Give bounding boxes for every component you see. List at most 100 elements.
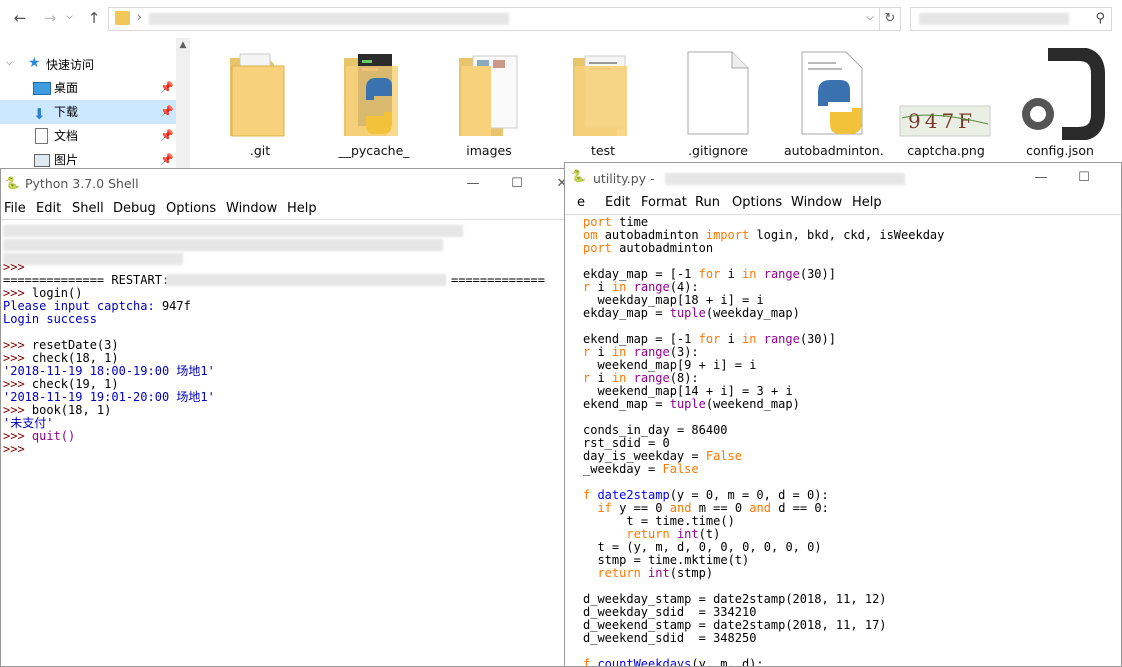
file-name: .gitignore [688, 143, 748, 158]
desktop-icon [33, 82, 51, 95]
pictures-icon [34, 154, 50, 167]
shell-titlebar[interactable]: 🐍 Python 3.7.0 Shell — ☐ ✕ [1, 169, 569, 199]
navigation-pane: ⌵ ★ 快速访问 桌面 📌 ⬇ 下载 📌 文档 📌 图片 📌 [0, 38, 190, 173]
nav-item-label: 文档 [54, 129, 79, 143]
redacted-file-path [665, 173, 905, 185]
shell-line-login-success: Login success [3, 312, 97, 326]
file-name: .git [249, 143, 271, 158]
redacted-banner-line [3, 225, 463, 237]
file-name: __pycache_ [338, 143, 410, 158]
editor-code-area[interactable]: port time om autobadminton import login, … [583, 216, 1121, 667]
folder-test-icon [573, 55, 627, 136]
menu-help[interactable]: Help [852, 195, 882, 210]
menu-options[interactable]: Options [166, 201, 216, 216]
quick-access-label[interactable]: 快速访问 [46, 56, 94, 73]
star-icon: ★ [28, 55, 41, 71]
blank-file-icon [687, 51, 749, 135]
pin-icon[interactable]: 📌 [160, 76, 174, 100]
document-icon [35, 128, 48, 144]
menu-file[interactable]: e [577, 195, 585, 210]
folder-icon [115, 11, 130, 25]
file-item-gitignore[interactable]: .gitignore [670, 48, 766, 168]
folder-images-icon [459, 55, 518, 136]
folder-icon [230, 53, 285, 137]
menu-debug[interactable]: Debug [113, 201, 156, 216]
json-file-icon [1022, 47, 1108, 141]
file-item-captcha[interactable]: 947F captcha.png [898, 48, 994, 168]
minimize-icon[interactable]: — [1032, 169, 1050, 187]
python-icon: 🐍 [571, 169, 586, 183]
code-line: d_weekend_sdid = 348250 [583, 631, 757, 645]
folder-python-icon [344, 54, 398, 136]
redacted-banner-line [3, 239, 443, 251]
file-item-git[interactable]: .git [212, 48, 308, 168]
python-shell-window[interactable]: 🐍 Python 3.7.0 Shell — ☐ ✕ File Edit She… [0, 168, 570, 667]
download-icon: ⬇ [33, 105, 46, 123]
forward-arrow-icon[interactable]: → [40, 8, 60, 28]
menu-edit[interactable]: Edit [605, 195, 630, 210]
editor-window[interactable]: 🐍 utility.py - — ☐ e Edit Format Run Opt… [564, 162, 1122, 667]
nav-item-desktop[interactable]: 桌面 📌 [0, 76, 176, 100]
file-item-config[interactable]: config.json [1012, 47, 1108, 168]
code-line: f countWeekdays(y, m, d): [583, 657, 764, 667]
redacted-path [149, 13, 509, 25]
nav-scrollbar[interactable] [176, 38, 190, 173]
redacted-banner-line [3, 253, 183, 265]
image-file-icon: 947F [899, 105, 991, 137]
editor-titlebar[interactable]: 🐍 utility.py - — ☐ [565, 163, 1121, 193]
nav-item-label: 桌面 [54, 81, 79, 95]
scroll-up-icon[interactable]: ▲ [176, 38, 190, 52]
menu-shell[interactable]: Shell [72, 201, 104, 216]
redacted-restart-path [166, 274, 446, 286]
menu-edit[interactable]: Edit [36, 201, 61, 216]
file-item-images[interactable]: images [441, 48, 537, 168]
menu-file[interactable]: File [4, 201, 26, 216]
menubar-divider [1, 219, 569, 220]
editor-menubar: e Edit Format Run Options Window Help [565, 193, 1121, 213]
menubar-divider [565, 214, 1121, 215]
chevron-down-icon[interactable]: ⌵ [862, 7, 878, 29]
pin-icon[interactable]: 📌 [160, 124, 174, 148]
recent-dropdown-icon[interactable]: ⌵ [66, 12, 73, 22]
captcha-text: 947F [908, 109, 976, 133]
code-line: ekend_map = tuple(weekend_map) [583, 397, 800, 411]
file-item-pycache[interactable]: __pycache_ [326, 48, 422, 168]
file-name: test [590, 143, 615, 158]
menu-run[interactable]: Run [695, 195, 720, 210]
back-arrow-icon[interactable]: ← [10, 8, 30, 28]
menu-format[interactable]: Format [641, 195, 687, 210]
file-name: autobadminton. [784, 143, 884, 158]
menu-options[interactable]: Options [732, 195, 782, 210]
code-line: port autobadminton [583, 241, 714, 255]
redacted-search-placeholder [919, 13, 1069, 25]
shell-output[interactable]: >>> ============== RESTART: ============… [1, 221, 569, 666]
python-icon: 🐍 [5, 176, 20, 190]
maximize-icon[interactable]: ☐ [1075, 169, 1093, 187]
shell-prompt: >>> [3, 442, 25, 456]
nav-item-label: 下载 [54, 105, 79, 119]
nav-item-documents[interactable]: 文档 📌 [0, 124, 176, 148]
file-item-test[interactable]: test [555, 48, 651, 168]
code-line: ekday_map = tuple(weekday_map) [583, 306, 800, 320]
search-icon[interactable]: ⚲ [1095, 11, 1105, 26]
minimize-icon[interactable]: — [464, 175, 482, 193]
pin-icon[interactable]: 📌 [160, 100, 174, 124]
search-input[interactable]: ⚲ [910, 7, 1112, 31]
menu-help[interactable]: Help [287, 201, 317, 216]
address-bar-row: ← → ⌵ ↑ › ⌵ ↻ ⚲ [0, 0, 1122, 36]
chevron-right-icon[interactable]: › [137, 10, 142, 24]
menu-window[interactable]: Window [226, 201, 277, 216]
menu-window[interactable]: Window [791, 195, 842, 210]
shell-menubar: File Edit Shell Debug Options Window Hel… [1, 199, 569, 219]
file-item-autobadminton[interactable]: autobadminton. [784, 48, 884, 168]
nav-item-downloads[interactable]: ⬇ 下载 📌 [0, 100, 176, 124]
python-file-icon [801, 51, 863, 135]
maximize-icon[interactable]: ☐ [508, 175, 526, 193]
file-name: captcha.png [907, 143, 985, 158]
code-line: return int(stmp) [597, 566, 714, 580]
up-arrow-icon[interactable]: ↑ [84, 8, 104, 28]
expand-chevron-icon[interactable]: ⌵ [6, 58, 13, 68]
refresh-icon[interactable]: ↻ [880, 7, 901, 31]
file-name: config.json [1026, 143, 1094, 158]
address-path-input[interactable]: › [108, 7, 880, 31]
